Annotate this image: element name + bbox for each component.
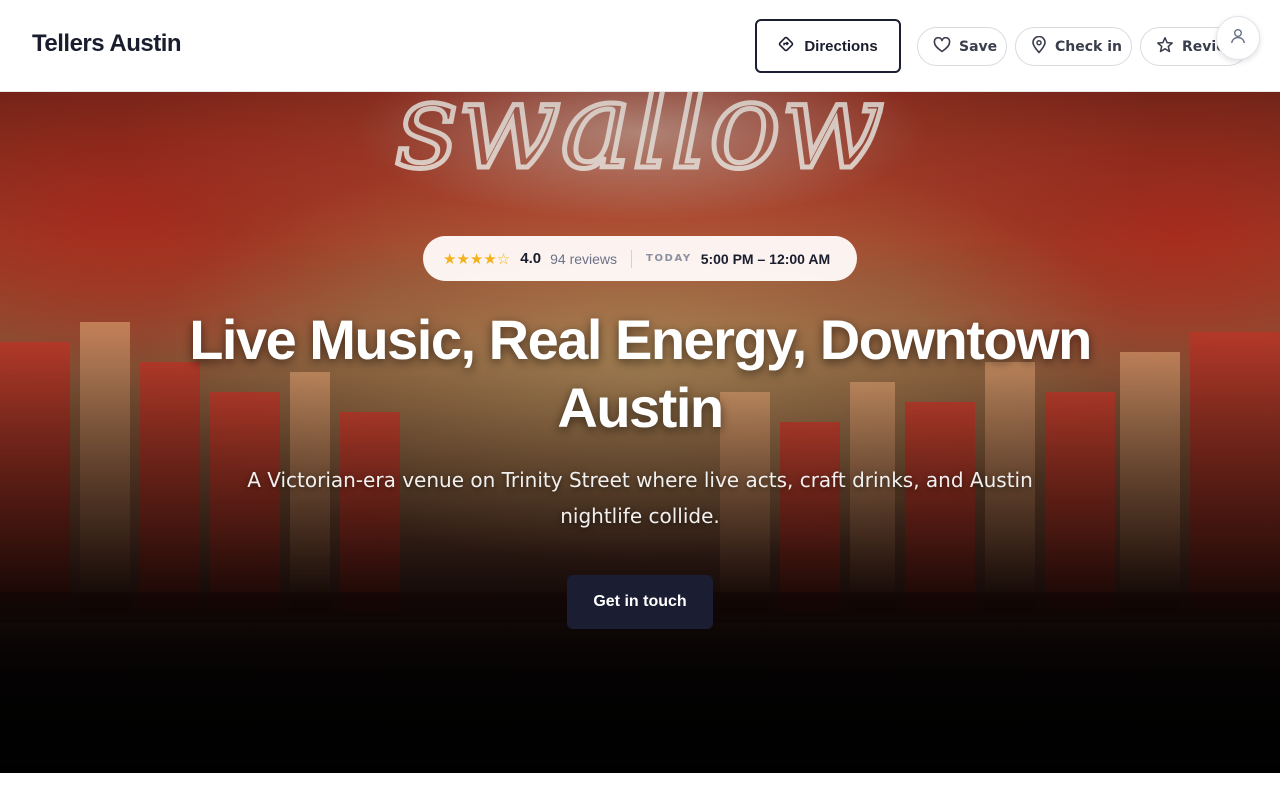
- rating-stars: ★★★★☆: [443, 249, 511, 268]
- star-icon: [1156, 36, 1174, 58]
- directions-label: Directions: [804, 37, 878, 55]
- neon-sign: swallow: [394, 92, 887, 199]
- opening-hours: 5:00 PM – 12:00 AM: [700, 250, 831, 267]
- checkin-label: Check in: [1055, 38, 1122, 55]
- top-header: Tellers Austin Directions Save Check in …: [0, 0, 1280, 92]
- get-in-touch-button[interactable]: Get in touch: [567, 575, 713, 629]
- rating-value: 4.0: [520, 250, 542, 267]
- hero-headline: Live Music, Real Energy, Downtown Austin: [189, 308, 1092, 439]
- review-count[interactable]: 94 reviews: [550, 251, 617, 267]
- today-label: TODAY: [646, 253, 692, 264]
- save-label: Save: [959, 38, 998, 55]
- directions-button[interactable]: Directions: [755, 19, 901, 73]
- heart-icon: [933, 36, 951, 57]
- neon-sign-text: swallow: [396, 92, 884, 196]
- checkin-button[interactable]: Check in: [1015, 27, 1132, 66]
- directions-icon: [778, 36, 794, 56]
- save-button[interactable]: Save: [917, 27, 1007, 66]
- brand-name[interactable]: Tellers Austin: [32, 30, 182, 58]
- map-pin-icon: [1031, 35, 1047, 58]
- account-avatar-button[interactable]: [1216, 16, 1260, 60]
- user-icon: [1229, 27, 1247, 50]
- badge-divider: [631, 249, 633, 268]
- hero-subheading: A Victorian-era venue on Trinity Street …: [247, 468, 1033, 528]
- hero-section: swallow ★★★★☆ 4.0 94 reviews TODAY 5:00 …: [0, 92, 1280, 773]
- rating-hours-badge: ★★★★☆ 4.0 94 reviews TODAY 5:00 PM – 12:…: [423, 236, 857, 281]
